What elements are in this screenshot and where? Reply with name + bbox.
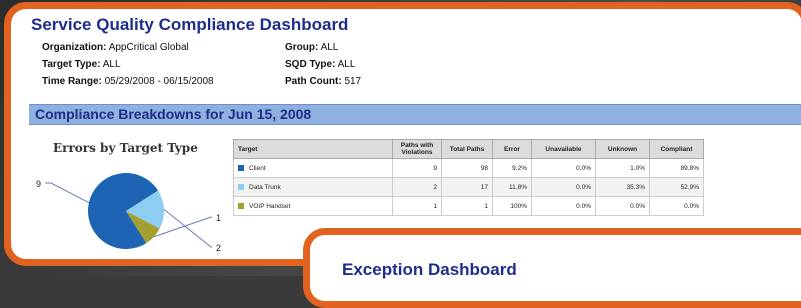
cell-compliant: 52.9% xyxy=(649,177,704,197)
cell-total-paths: 17 xyxy=(441,177,493,197)
cell-error: 100% xyxy=(492,196,532,216)
leader-line-2 xyxy=(163,209,212,248)
errors-pie-chart: 9 2 1 xyxy=(36,173,221,253)
table-row: Client 9 98 9.2% 0.0% 1.0% 89.8% xyxy=(233,158,704,178)
organization-field: Organization: AppCritical Global xyxy=(42,42,189,53)
compliance-dashboard-panel: Service Quality Compliance Dashboard Org… xyxy=(4,2,801,266)
sqd-type-value: ALL xyxy=(337,59,356,70)
pie-data-label: 9 xyxy=(36,179,41,189)
cell-total-paths: 1 xyxy=(441,196,493,216)
column-header-error[interactable]: Error xyxy=(492,139,532,159)
table-header-row: Target Paths with Violations Total Paths… xyxy=(233,139,704,159)
sqd-type-field: SQD Type: ALL xyxy=(285,59,355,70)
pie-data-label: 1 xyxy=(216,213,221,223)
target-type-field: Target Type: ALL xyxy=(42,59,121,70)
time-range-field: Time Range: 05/29/2008 - 06/15/2008 xyxy=(42,76,214,87)
group-value: ALL xyxy=(320,42,339,53)
pie-chart-title: Errors by Target Type xyxy=(53,141,198,155)
column-header-unknown[interactable]: Unknown xyxy=(595,139,650,159)
target-cell[interactable]: VOIP Handset xyxy=(233,196,393,216)
column-header-target[interactable]: Target xyxy=(233,139,393,159)
compliance-table: Target Paths with Violations Total Paths… xyxy=(233,139,704,216)
target-type-value: ALL xyxy=(102,59,121,70)
cell-compliant: 89.8% xyxy=(649,158,704,178)
cell-compliant: 0.0% xyxy=(649,196,704,216)
cell-unknown: 0.0% xyxy=(595,196,650,216)
path-count-label: Path Count: xyxy=(285,76,342,87)
cell-unavailable: 0.0% xyxy=(531,158,596,178)
exception-dashboard-panel[interactable]: Exception Dashboard xyxy=(303,228,801,308)
pie-slices xyxy=(88,173,164,249)
leader-line-9 xyxy=(45,182,90,204)
target-cell[interactable]: Data Trunk xyxy=(233,177,393,197)
column-header-paths-with-violations[interactable]: Paths with Violations xyxy=(392,139,442,159)
time-range-value: 05/29/2008 - 06/15/2008 xyxy=(104,76,214,87)
section-title: Compliance Breakdowns for Jun 15, 2008 xyxy=(35,106,312,122)
organization-label: Organization: xyxy=(42,42,107,53)
pie-data-label: 2 xyxy=(216,243,221,253)
column-header-total-paths[interactable]: Total Paths xyxy=(441,139,493,159)
path-count-value: 517 xyxy=(344,76,362,87)
target-name: Client xyxy=(249,164,266,172)
target-type-label: Target Type: xyxy=(42,59,101,70)
cell-error: 9.2% xyxy=(492,158,532,178)
group-label: Group: xyxy=(285,42,319,53)
cell-unknown: 35.3% xyxy=(595,177,650,197)
cell-paths-with-violations: 1 xyxy=(392,196,442,216)
cell-unavailable: 0.0% xyxy=(531,177,596,197)
organization-value: AppCritical Global xyxy=(108,42,189,53)
legend-swatch-client xyxy=(238,164,244,171)
target-name: VOIP Handset xyxy=(249,202,291,210)
legend-swatch-voip-handset xyxy=(238,202,244,209)
target-name: Data Trunk xyxy=(249,183,281,191)
cell-paths-with-violations: 9 xyxy=(392,158,442,178)
page-title: Service Quality Compliance Dashboard xyxy=(31,15,349,34)
table-row: VOIP Handset 1 1 100% 0.0% 0.0% 0.0% xyxy=(233,196,704,216)
cell-error: 11.8% xyxy=(492,177,532,197)
section-header-bar: Compliance Breakdowns for Jun 15, 2008 xyxy=(29,104,801,125)
target-cell[interactable]: Client xyxy=(233,158,393,178)
table-row: Data Trunk 2 17 11.8% 0.0% 35.3% 52.9% xyxy=(233,177,704,197)
exception-dashboard-title: Exception Dashboard xyxy=(342,260,517,279)
column-header-unavailable[interactable]: Unavailable xyxy=(531,139,596,159)
legend-swatch-data-trunk xyxy=(238,183,244,190)
path-count-field: Path Count: 517 xyxy=(285,76,361,87)
cell-unavailable: 0.0% xyxy=(531,196,596,216)
cell-unknown: 1.0% xyxy=(595,158,650,178)
cell-paths-with-violations: 2 xyxy=(392,177,442,197)
time-range-label: Time Range: xyxy=(42,76,102,87)
cell-total-paths: 98 xyxy=(441,158,493,178)
column-header-compliant[interactable]: Compliant xyxy=(649,139,704,159)
group-field: Group: ALL xyxy=(285,42,338,53)
sqd-type-label: SQD Type: xyxy=(285,59,336,70)
